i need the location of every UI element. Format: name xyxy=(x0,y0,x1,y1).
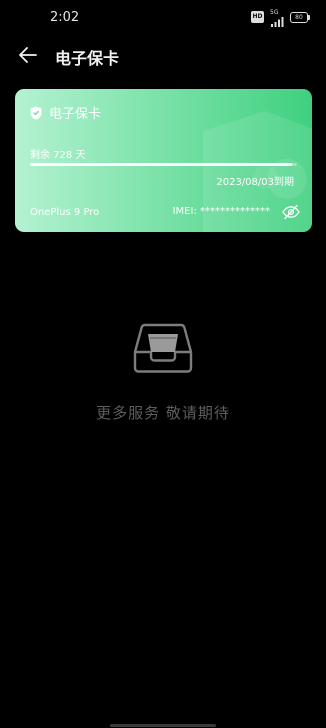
shield-icon xyxy=(30,106,42,119)
imei-value: IMEI: ************** xyxy=(172,206,270,217)
warranty-progress-fill xyxy=(30,163,292,166)
toggle-imei-visibility-button[interactable] xyxy=(282,204,300,220)
eye-off-icon xyxy=(282,204,300,220)
page-title: 电子保卡 xyxy=(55,49,120,68)
hd-icon: HD xyxy=(251,11,264,23)
screen: 2:02 HD 5G 80 电子保卡 电子保卡 剩余 728 天 2023/08… xyxy=(0,0,326,728)
network-type-label: 5G xyxy=(270,8,279,16)
signal-icon: 5G xyxy=(270,8,284,27)
expiry-date: 2023/08/03到期 xyxy=(216,177,294,188)
back-arrow-icon xyxy=(19,47,37,63)
warranty-card[interactable]: 电子保卡 剩余 728 天 2023/08/03到期 OnePlus 9 Pro… xyxy=(15,89,312,232)
card-title: 电子保卡 xyxy=(49,107,102,122)
card-title-row: 电子保卡 xyxy=(30,103,101,122)
signal-bars-icon xyxy=(271,16,284,27)
empty-inbox-icon xyxy=(133,323,193,373)
battery-icon: 80 xyxy=(290,11,310,23)
status-icons: HD 5G 80 xyxy=(251,8,310,27)
back-button[interactable] xyxy=(16,43,40,67)
warranty-progress-bar xyxy=(30,163,297,166)
top-app-bar: 电子保卡 xyxy=(0,36,326,74)
days-remaining: 剩余 728 天 xyxy=(30,150,86,161)
home-indicator[interactable] xyxy=(110,724,216,727)
device-name: OnePlus 9 Pro xyxy=(30,207,100,218)
status-bar: 2:02 HD 5G 80 xyxy=(0,0,326,36)
empty-state-message: 更多服务 敬请期待 xyxy=(96,404,230,422)
status-time: 2:02 xyxy=(50,10,80,25)
